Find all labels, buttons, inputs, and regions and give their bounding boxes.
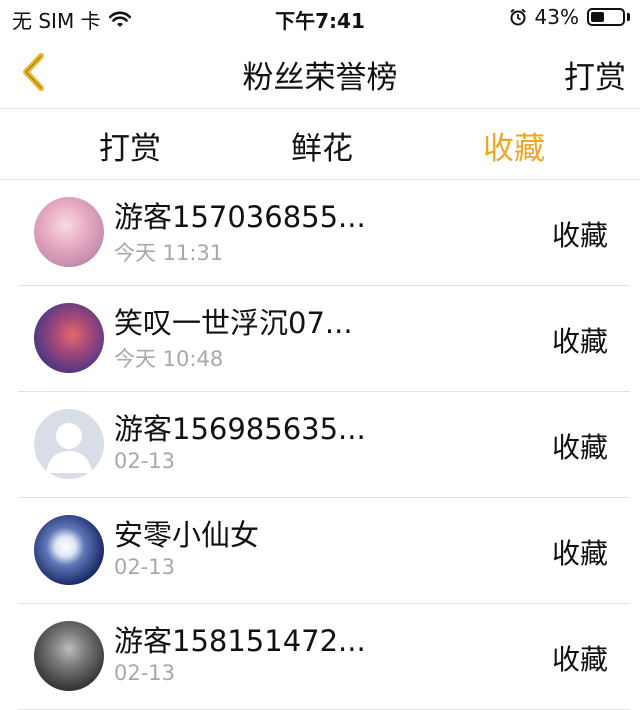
timestamp: 02-13 [114, 661, 176, 685]
avatar [34, 621, 104, 691]
list-item[interactable]: 游客157036855... 今天 11:31 收藏 [18, 180, 630, 286]
fan-list: 游客157036855... 今天 11:31 收藏 笑叹一世浮沉07... 今… [0, 180, 640, 710]
list-item[interactable]: 游客156985635... 02-13 收藏 [18, 392, 630, 498]
user-name: 游客158151472... [114, 624, 366, 658]
nav-bar: 粉丝荣誉榜 打赏 [0, 36, 640, 109]
alarm-icon [509, 8, 526, 26]
avatar [34, 197, 104, 267]
timestamp: 今天 11:31 [114, 241, 224, 265]
tab-favorites[interactable]: 收藏 [444, 123, 584, 168]
avatar [34, 409, 104, 479]
timestamp: 今天 10:48 [114, 347, 224, 371]
battery-icon [587, 8, 625, 26]
page-title: 粉丝荣誉榜 [242, 60, 398, 96]
list-item[interactable]: 笑叹一世浮沉07... 今天 10:48 收藏 [18, 286, 630, 392]
user-name: 游客157036855... [114, 200, 366, 234]
default-avatar-icon [46, 423, 92, 473]
list-item[interactable]: 安零小仙女 02-13 收藏 [18, 498, 630, 604]
status-right: 43% [509, 5, 630, 29]
avatar [34, 303, 104, 373]
reward-button[interactable]: 打赏 [564, 52, 626, 97]
tab-flowers[interactable]: 鲜花 [252, 123, 392, 168]
action-label: 收藏 [551, 537, 608, 570]
action-label: 收藏 [551, 643, 608, 676]
tab-reward[interactable]: 打赏 [60, 123, 200, 168]
timestamp: 02-13 [114, 449, 176, 473]
user-name: 笑叹一世浮沉07... [114, 306, 353, 340]
action-label: 收藏 [551, 219, 608, 252]
action-label: 收藏 [551, 325, 608, 358]
list-item[interactable]: 游客158151472... 02-13 收藏 [18, 604, 630, 710]
timestamp: 02-13 [114, 555, 176, 579]
battery-fill [591, 12, 604, 22]
battery-tip [627, 13, 630, 21]
battery-percent: 43% [534, 5, 579, 29]
user-name: 安零小仙女 [114, 518, 260, 552]
status-bar: 无 SIM 卡 下午7:41 43% [0, 0, 640, 36]
action-label: 收藏 [551, 431, 608, 464]
tab-bar: 打赏 鲜花 收藏 [0, 109, 640, 180]
user-name: 游客156985635... [114, 412, 366, 446]
avatar [34, 515, 104, 585]
